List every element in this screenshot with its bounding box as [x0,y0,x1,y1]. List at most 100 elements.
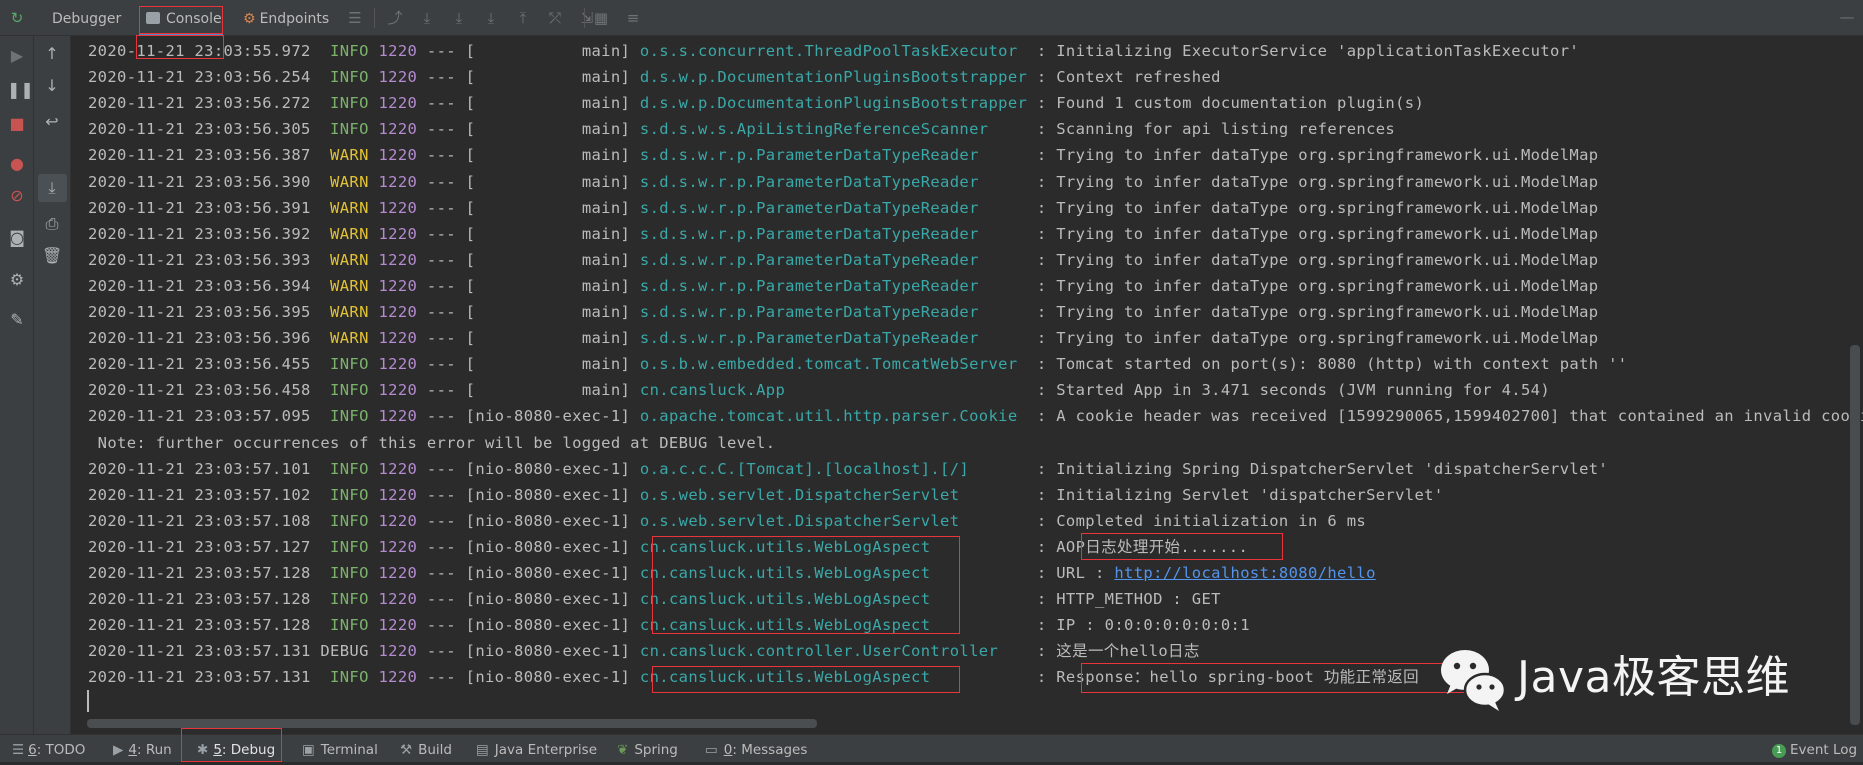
log-thread: [ main] [465,329,631,348]
trace-stream-icon[interactable]: ≡ [624,9,642,27]
spring-leaf-icon: ❦ [617,742,629,758]
tool-window-messages[interactable]: ▭ 0: Messages [705,735,807,763]
console-line: 2020-11-21 23:03:56.392 WARN 1220 --- [ … [88,221,1598,247]
log-separator: --- [417,172,466,191]
log-message: : Trying to infer dataType org.springfra… [1027,224,1599,243]
settings-icon[interactable]: ⚙ [7,270,27,290]
event-log[interactable]: 1 Event Log [1772,735,1857,763]
log-level: INFO [320,511,369,530]
stop-icon[interactable]: ■ [7,114,27,134]
log-separator: --- [417,94,466,113]
log-timestamp: 2020-11-21 23:03:57.108 [88,511,311,530]
logger-highlight-box [652,536,960,634]
log-timestamp: 2020-11-21 23:03:56.455 [88,355,311,374]
drop-frame-icon[interactable]: ⤱ [546,9,564,27]
pause-icon[interactable]: ❚❚ [7,80,34,100]
horizontal-scrollbar[interactable] [87,719,817,728]
messages-icon: ▭ [705,742,718,758]
rerun-icon[interactable]: ↻ [8,9,26,27]
log-pid: 1220 [378,537,418,556]
log-separator: --- [417,42,466,60]
resume-icon[interactable]: ▶ [7,46,27,66]
log-timestamp: 2020-11-21 23:03:56.395 [88,303,311,321]
tool-window-todo[interactable]: ☰ 6: TODO [12,735,85,763]
log-level: WARN [320,303,369,321]
step-into-icon[interactable]: ⤓ [450,9,468,27]
console-line: 2020-11-21 23:03:57.095 INFO 1220 --- [n… [88,403,1863,429]
force-step-into-icon[interactable]: ⤓ [482,9,500,27]
log-message: : Context refreshed [1027,68,1221,87]
event-log-badge: 1 [1772,744,1786,758]
log-message: : Trying to infer dataType org.springfra… [1027,172,1599,191]
console-line: 2020-11-21 23:03:56.390 WARN 1220 --- [ … [88,169,1598,195]
log-thread: [ main] [465,381,631,400]
tool-window-run[interactable]: ▶ 4: Run [113,735,172,763]
log-logger: s.d.s.w.s.ApiListingReferenceScanner [639,120,1028,139]
log-separator: --- [417,68,466,87]
log-separator: --- [417,564,466,582]
step-out-icon[interactable]: ⤒ [514,9,532,27]
log-thread: [nio-8080-exec-1] [465,511,631,530]
log-thread: [ main] [465,355,631,374]
log-pid: 1220 [378,381,418,400]
log-message: : Trying to infer dataType org.springfra… [1027,276,1599,295]
log-pid: 1220 [378,616,418,635]
evaluate-expression-icon[interactable]: ▦ [592,9,610,27]
log-url-link[interactable]: http://localhost:8080/hello [1114,564,1375,582]
tab-endpoints[interactable]: ⚙ Endpoints [243,0,329,36]
console-line: 2020-11-21 23:03:56.393 WARN 1220 --- [ … [88,247,1598,273]
log-level: WARN [320,224,369,243]
tool-window-build[interactable]: ⚒ Build [400,735,452,763]
up-arrow-icon[interactable]: ↑ [42,44,62,64]
log-pid: 1220 [378,642,418,661]
logger-highlight-box [652,666,960,693]
log-logger: s.d.s.w.r.p.ParameterDataTypeReader [639,146,1028,165]
java-enterprise-icon: ▤ [476,742,489,758]
log-level: INFO [320,668,369,687]
text-cursor [87,690,89,712]
watermark-text: Java极客思维 [1517,652,1790,703]
mute-breakpoints-icon[interactable]: ⊘ [7,186,27,206]
log-thread: [nio-8080-exec-1] [465,642,631,661]
log-logger: s.d.s.w.r.p.ParameterDataTypeReader [639,276,1028,295]
console-output[interactable]: 2020-11-21 23:03:55.972 INFO 1220 --- [ … [72,36,1863,720]
log-thread: [ main] [465,276,631,295]
log-pid: 1220 [378,511,418,530]
log-timestamp: 2020-11-21 23:03:56.394 [88,276,311,295]
tab-debugger[interactable]: Debugger [52,0,121,36]
console-line: 2020-11-21 23:03:57.101 INFO 1220 --- [n… [88,456,1608,482]
print-icon[interactable]: ⎙ [42,214,62,234]
log-level: INFO [320,94,369,113]
tool-window-terminal[interactable]: ▣ Terminal [302,735,378,763]
log-logger: cn.cansluck.App [639,381,1028,400]
tool-window-java-enterprise[interactable]: ▤ Java Enterprise [476,735,597,763]
console-line: 2020-11-21 23:03:56.254 INFO 1220 --- [ … [88,64,1221,90]
down-arrow-icon[interactable]: ↓ [42,76,62,96]
console-highlight-box [139,6,223,34]
log-separator: --- [417,642,466,661]
view-breakpoints-icon[interactable]: ● [7,154,27,174]
log-level: INFO [320,459,369,478]
show-execution-point-icon[interactable]: ⤴ [386,9,404,27]
log-timestamp: 2020-11-21 23:03:56.387 [88,146,311,165]
soft-wrap-icon[interactable]: ↩ [42,112,62,132]
log-level: WARN [320,198,369,217]
wechat-logo-icon [1441,650,1507,711]
console-line: 2020-11-21 23:03:56.305 INFO 1220 --- [ … [88,116,1395,142]
log-timestamp: 2020-11-21 23:03:56.391 [88,198,311,217]
log-message: : Initializing Servlet 'dispatcherServle… [1027,485,1444,504]
messages-label: : Messages [732,742,808,758]
layout-menu-icon[interactable]: ☰ [346,9,364,27]
log-message: : Initializing Spring DispatcherServlet … [1027,459,1609,478]
minimize-icon[interactable]: — [1838,8,1856,26]
log-pid: 1220 [378,459,418,478]
step-over-icon[interactable]: ⤓ [418,9,436,27]
pin-icon[interactable]: ✎ [7,310,27,330]
scroll-to-end-icon[interactable]: ⤓ [42,178,62,198]
camera-icon[interactable]: ◙ [7,228,27,248]
log-timestamp: 2020-11-21 23:03:57.102 [88,485,311,504]
message-highlight-box [1081,533,1283,560]
build-label: Build [418,742,452,758]
tool-window-spring[interactable]: ❦ Spring [617,735,678,763]
clear-all-icon[interactable]: 🗑 [42,246,62,266]
